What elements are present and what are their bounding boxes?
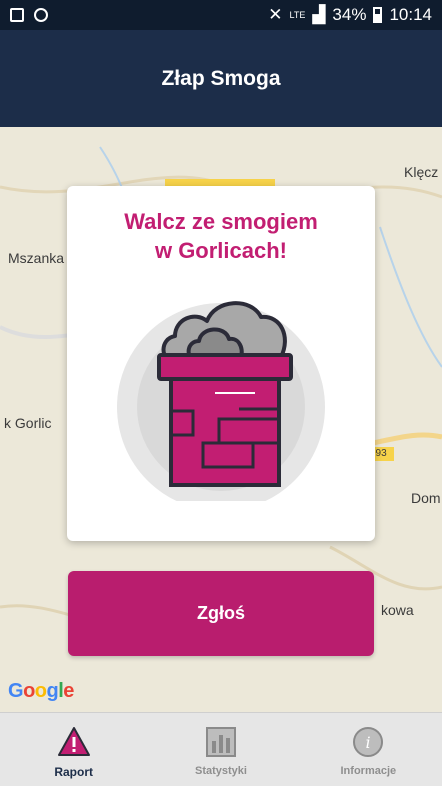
svg-text:i: i	[366, 733, 371, 752]
map-place-label: Dom	[411, 490, 441, 506]
smoking-chimney-illustration	[117, 301, 325, 501]
clock: 10:14	[389, 5, 432, 24]
app-title: Złap Smoga	[161, 66, 281, 90]
warning-icon	[57, 727, 90, 756]
report-button[interactable]: Zgłoś	[68, 571, 374, 656]
nav-item-statystyki[interactable]: Statystyki	[147, 713, 294, 786]
nav-label: Raport	[54, 765, 93, 779]
network-type: LTE	[289, 9, 306, 20]
app-bar: Złap Smoga	[0, 30, 442, 127]
nav-item-informacje[interactable]: i Informacje	[295, 713, 442, 786]
battery-percent: 34%	[332, 5, 367, 24]
bottom-navigation: Raport Statystyki i Informacje	[0, 712, 442, 786]
google-attribution: Google	[8, 680, 74, 702]
image-notification-icon	[10, 8, 24, 22]
map-place-label: k Gorlic	[4, 415, 52, 431]
map-place-label: Mszanka	[8, 250, 65, 266]
signal-icon: ▟	[312, 5, 326, 24]
bar-chart-icon	[205, 727, 236, 757]
mute-icon: ✕	[268, 5, 283, 24]
battery-icon	[373, 7, 383, 23]
info-icon: i	[353, 727, 384, 757]
status-bar: ✕ LTE ▟ 34% 10:14	[0, 0, 442, 30]
card-title: Walcz ze smogiem w Gorlicach!	[124, 209, 318, 263]
smog-info-card: Walcz ze smogiem w Gorlicach!	[67, 186, 375, 541]
app-notification-icon	[34, 8, 48, 22]
nav-label: Statystyki	[195, 765, 247, 777]
map-place-label: kowa	[381, 602, 414, 618]
map-place-label: Klęcz	[404, 164, 439, 180]
nav-item-raport[interactable]: Raport	[0, 713, 147, 786]
nav-label: Informacje	[340, 765, 397, 777]
